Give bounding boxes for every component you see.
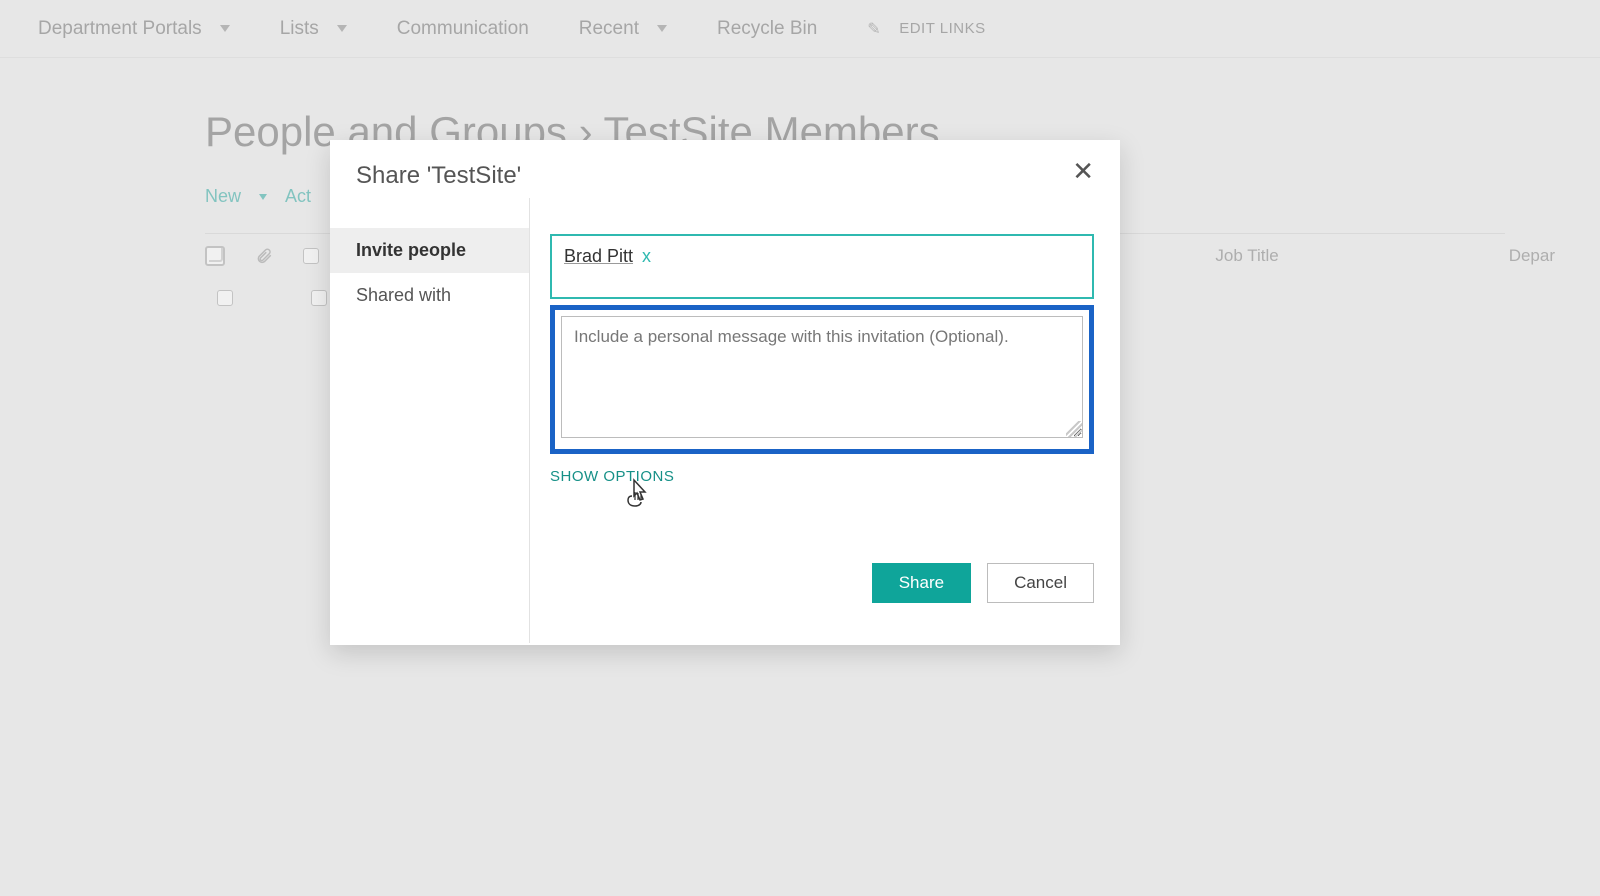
personal-message-input[interactable] (561, 316, 1083, 438)
top-navigation: Department Portals Lists Communication R… (0, 0, 1600, 58)
edit-links-button[interactable]: ✎ EDIT LINKS (867, 19, 985, 39)
share-button[interactable]: Share (872, 563, 971, 603)
chevron-down-icon (220, 25, 230, 32)
column-department[interactable]: Depar (1509, 246, 1555, 266)
edit-links-label: EDIT LINKS (899, 20, 985, 37)
nav-department-portals[interactable]: Department Portals (38, 18, 230, 40)
people-chip-name[interactable]: Brad Pitt (564, 246, 633, 266)
nav-label: Lists (280, 18, 319, 40)
dialog-side-tabs: Invite people Shared with (330, 198, 530, 643)
chevron-down-icon (657, 25, 667, 32)
attachment-icon (255, 247, 273, 265)
chevron-down-icon (337, 25, 347, 32)
nav-recent[interactable]: Recent (579, 18, 667, 40)
close-icon: ✕ (1072, 156, 1094, 186)
dialog-panel: Brad Pitt x SHOW OPTIONS Share Cancel (530, 198, 1120, 643)
select-all-icon[interactable] (205, 246, 225, 266)
nav-communication[interactable]: Communication (397, 18, 529, 40)
tab-shared-with[interactable]: Shared with (330, 273, 529, 318)
nav-label: Communication (397, 18, 529, 40)
cancel-button[interactable]: Cancel (987, 563, 1094, 603)
new-button[interactable]: New (205, 186, 241, 207)
nav-lists[interactable]: Lists (280, 18, 347, 40)
nav-label: Recycle Bin (717, 18, 817, 40)
people-picker-input[interactable]: Brad Pitt x (550, 234, 1094, 299)
people-chip-remove[interactable]: x (642, 246, 651, 266)
pencil-icon: ✎ (867, 19, 881, 39)
message-field-highlight (550, 305, 1094, 454)
column-jobtitle[interactable]: Job Title (1215, 246, 1278, 266)
show-options-link[interactable]: SHOW OPTIONS (550, 468, 674, 485)
dialog-body: Invite people Shared with Brad Pitt x SH… (330, 198, 1120, 643)
row-checkbox[interactable] (217, 290, 233, 306)
tab-invite-people[interactable]: Invite people (330, 228, 529, 273)
nav-label: Recent (579, 18, 639, 40)
dialog-title: Share 'TestSite' (330, 140, 1120, 198)
header-checkbox[interactable] (303, 248, 319, 264)
actions-button[interactable]: Act (285, 186, 311, 207)
chevron-down-icon[interactable] (259, 194, 267, 200)
row-checkbox-2[interactable] (311, 290, 327, 306)
nav-recycle-bin[interactable]: Recycle Bin (717, 18, 817, 40)
share-dialog: Share 'TestSite' ✕ Invite people Shared … (330, 140, 1120, 645)
nav-label: Department Portals (38, 18, 202, 40)
close-button[interactable]: ✕ (1064, 154, 1102, 188)
dialog-buttons: Share Cancel (872, 563, 1094, 603)
